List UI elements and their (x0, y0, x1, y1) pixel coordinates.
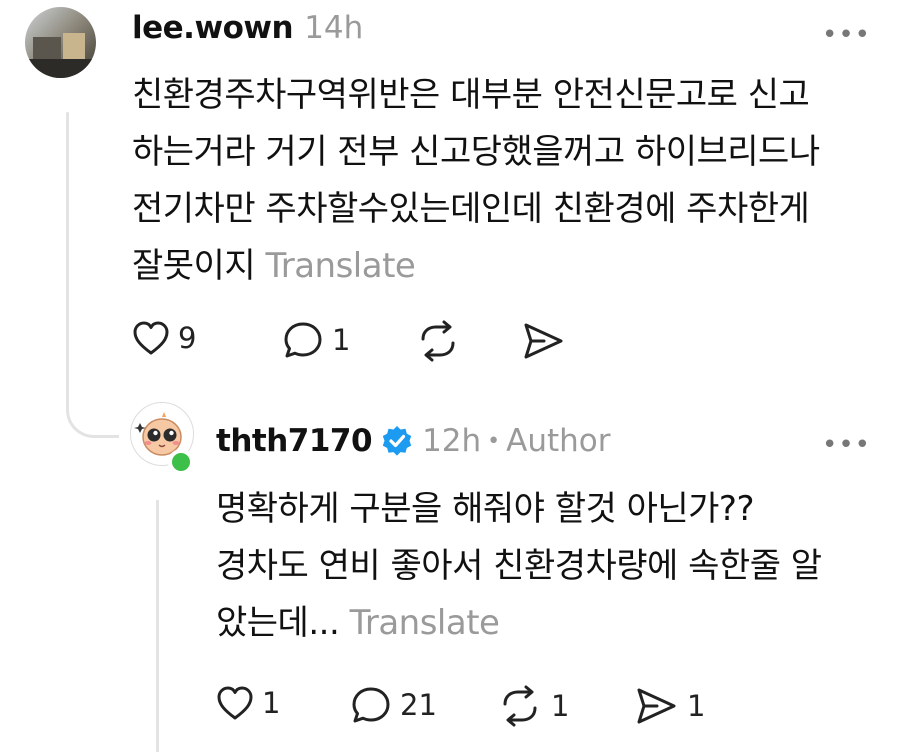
reply-line: 명확하게 구분을 해줘야 할것 아닌가?? (216, 489, 755, 529)
reply-line: 았는데... Translate (216, 603, 500, 643)
comment-icon (352, 687, 390, 723)
comment-line: 하는거라 거기 전부 신고당했을꺼고 하이브리드나 (132, 132, 820, 172)
share-icon (637, 688, 676, 724)
heart-icon (133, 321, 169, 355)
comment-line: 전기차만 주차할수있는데인데 친환경에 주차한게 (132, 189, 810, 229)
thread-line (66, 112, 69, 410)
reply-header: thth7170 12h • Author (216, 423, 611, 459)
more-icon[interactable]: ••• (822, 22, 871, 48)
comment-line: 잘못이지 Translate (132, 246, 416, 286)
comment-icon (284, 322, 322, 358)
author-label: Author (506, 423, 611, 459)
like-count: 1 (262, 686, 281, 720)
thread-line-reply (156, 500, 159, 752)
thread-curve (66, 370, 119, 438)
like-button[interactable]: 9 (132, 320, 196, 356)
comment-header: lee.wown 14h (132, 10, 363, 46)
like-button[interactable]: 1 (216, 685, 280, 721)
reply-button[interactable]: 1 (282, 320, 350, 360)
timestamp: 14h (304, 10, 364, 46)
avatar-lee-wown[interactable] (25, 7, 96, 78)
like-count: 9 (178, 321, 197, 355)
reply-count: 1 (332, 323, 351, 357)
more-icon[interactable]: ••• (822, 432, 871, 458)
online-indicator (168, 449, 194, 475)
translate-link[interactable]: Translate (265, 246, 415, 286)
share-button[interactable] (520, 320, 566, 362)
username[interactable]: lee.wown (132, 10, 294, 46)
comment-line: 친환경주차구역위반은 대부분 안전신문고로 신고 (132, 75, 810, 115)
repost-icon (421, 320, 455, 362)
username[interactable]: thth7170 (216, 423, 373, 459)
timestamp: 12h (422, 423, 482, 459)
repost-icon (503, 685, 537, 727)
separator: • (487, 428, 501, 454)
verified-icon (382, 426, 412, 456)
share-count: 1 (687, 689, 706, 723)
reply-line: 경차도 연비 좋아서 친환경차량에 속한줄 알 (216, 546, 822, 586)
share-icon (524, 323, 563, 359)
repost-count: 1 (551, 689, 570, 723)
comment-body: 친환경주차구역위반은 대부분 안전신문고로 신고 하는거라 거기 전부 신고당했… (132, 67, 820, 295)
repost-button[interactable] (415, 320, 461, 362)
reply-body: 명확하게 구분을 해줘야 할것 아닌가?? 경차도 연비 좋아서 친환경차량에 … (216, 481, 822, 652)
translate-link[interactable]: Translate (350, 603, 500, 643)
heart-icon (217, 686, 253, 720)
repost-button[interactable]: 1 (497, 685, 569, 727)
reply-count: 21 (400, 688, 437, 722)
reply-button[interactable]: 21 (350, 685, 437, 725)
share-button[interactable]: 1 (633, 685, 705, 727)
